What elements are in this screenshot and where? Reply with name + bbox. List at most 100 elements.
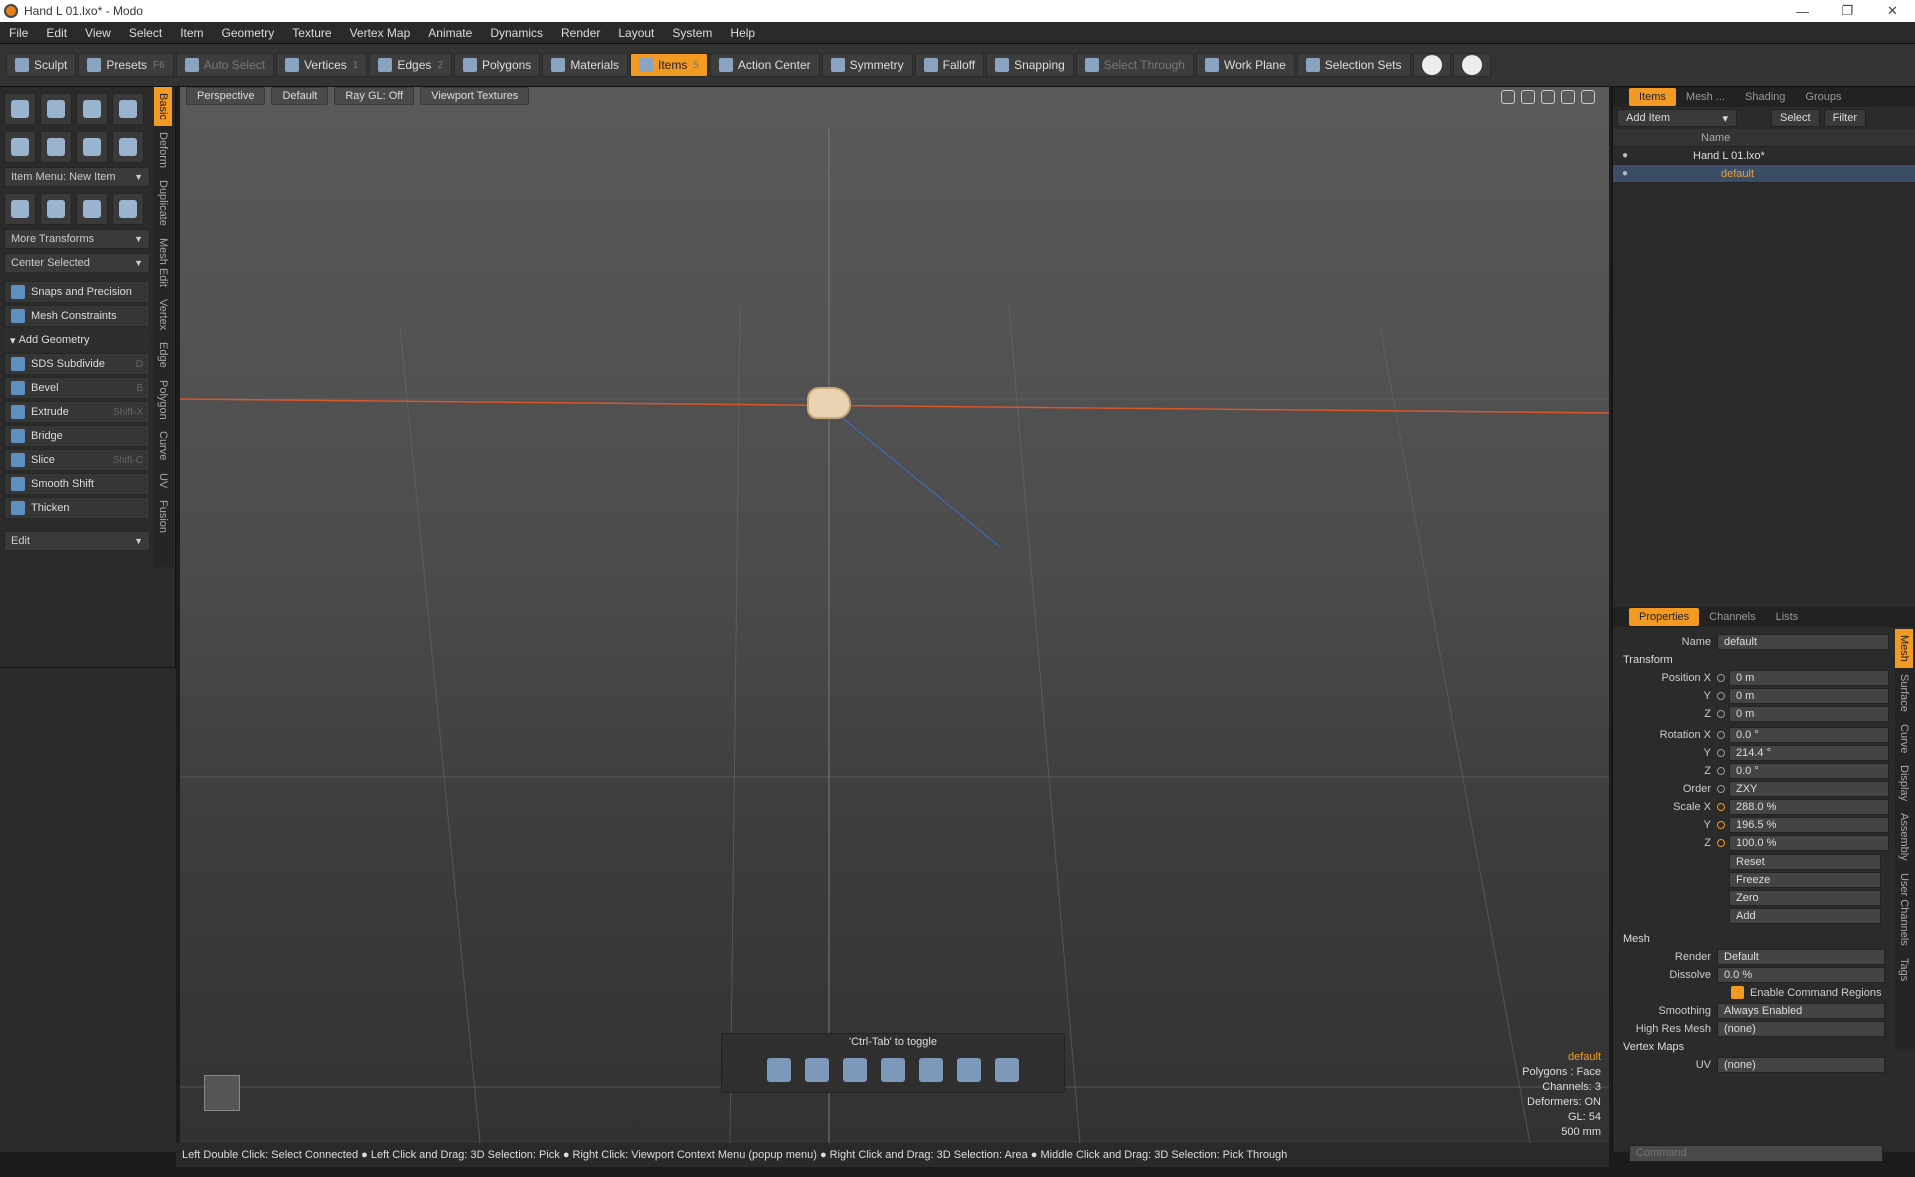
vertices-button[interactable]: Vertices 1 — [276, 53, 368, 77]
position-z-field[interactable]: 0 m — [1729, 705, 1889, 722]
zoom-icon[interactable] — [1541, 90, 1555, 104]
freeze-dropdown[interactable]: Freeze — [1729, 871, 1881, 888]
menu-texture[interactable]: Texture — [283, 26, 340, 40]
symmetry-button[interactable]: Symmetry — [821, 53, 913, 77]
rotation-z-field[interactable]: 0.0 ° — [1729, 762, 1889, 779]
order-dropdown[interactable]: ZXY — [1729, 780, 1889, 797]
scale-tool-button[interactable] — [76, 193, 108, 225]
tab-shading[interactable]: Shading — [1735, 88, 1795, 106]
tab-channels[interactable]: Channels — [1699, 608, 1765, 626]
add-item-button[interactable]: Add Item ▾ — [1617, 109, 1737, 127]
zero-dropdown[interactable]: Zero — [1729, 889, 1881, 906]
edges-button[interactable]: Edges 2 — [369, 53, 452, 77]
more-transforms-dropdown[interactable]: More Transforms ▼ — [4, 229, 150, 249]
eye-icon[interactable]: ● — [1617, 165, 1633, 183]
keyframe-icon[interactable] — [1717, 730, 1725, 739]
move-icon[interactable] — [767, 1058, 791, 1082]
work-plane-button[interactable]: Work Plane — [1195, 53, 1295, 77]
menu-geometry[interactable]: Geometry — [213, 26, 284, 40]
selection-sets-button[interactable]: Selection Sets — [1296, 53, 1411, 77]
keyframe-icon[interactable] — [1717, 766, 1725, 775]
vertex-maps-header[interactable]: Vertex Maps — [1613, 1038, 1915, 1056]
move-tool-button[interactable] — [4, 193, 36, 225]
tab-assembly[interactable]: Assembly — [1895, 807, 1913, 867]
tab-deform[interactable]: Deform — [154, 126, 172, 174]
keyframe-icon[interactable] — [1717, 673, 1725, 682]
add-geometry-header[interactable]: ▾ Add Geometry — [4, 329, 150, 351]
close-button[interactable]: ✕ — [1870, 0, 1915, 22]
unreal-button[interactable] — [1452, 53, 1491, 77]
keyframe-icon[interactable] — [1717, 748, 1725, 757]
rotate-icon[interactable] — [805, 1058, 829, 1082]
snaps-precision-button[interactable]: Snaps and Precision — [4, 281, 150, 303]
transform-tool-button[interactable] — [112, 193, 144, 225]
minimize-button[interactable]: — — [1780, 0, 1825, 22]
tab-fusion[interactable]: Fusion — [154, 494, 172, 539]
tab-basic[interactable]: Basic — [154, 87, 172, 126]
command-input[interactable] — [1629, 1144, 1883, 1162]
view-perspective-tab[interactable]: Perspective — [186, 87, 266, 105]
mesh-row[interactable]: ● default — [1613, 165, 1915, 183]
smooth-shift-button[interactable]: Smooth Shift — [4, 473, 150, 495]
menu-file[interactable]: File — [0, 26, 37, 40]
sphere-tool-button[interactable] — [40, 93, 72, 125]
center-selected-dropdown[interactable]: Center Selected ▼ — [4, 253, 150, 273]
gear-icon[interactable] — [1581, 90, 1595, 104]
menu-view[interactable]: View — [76, 26, 120, 40]
hand-mesh[interactable] — [807, 387, 851, 419]
tab-mesh-props[interactable]: Mesh — [1895, 629, 1913, 668]
falloff-button[interactable]: Falloff — [914, 53, 985, 77]
tab-vertex[interactable]: Vertex — [154, 293, 172, 336]
sculpt-button[interactable]: Sculpt — [6, 53, 77, 77]
unity-button[interactable] — [1412, 53, 1451, 77]
action-center-button[interactable]: Action Center — [709, 53, 820, 77]
scale-z-field[interactable]: 100.0 % — [1729, 834, 1889, 851]
auto-select-button[interactable]: Auto Select — [175, 53, 275, 77]
keyframe-icon[interactable] — [1717, 820, 1725, 829]
cube-icon[interactable] — [957, 1058, 981, 1082]
text-tool-button[interactable] — [112, 131, 144, 163]
hires-dropdown[interactable]: (none) — [1717, 1020, 1885, 1037]
transform-icon[interactable] — [919, 1058, 943, 1082]
materials-button[interactable]: Materials — [542, 53, 628, 77]
polygons-button[interactable]: Polygons — [453, 53, 541, 77]
brush-icon[interactable] — [843, 1058, 867, 1082]
tab-curve[interactable]: Curve — [154, 425, 172, 466]
scale-icon[interactable] — [881, 1058, 905, 1082]
tab-display[interactable]: Display — [1895, 759, 1913, 807]
extrude-button[interactable]: Extrude Shift-X — [4, 401, 150, 423]
orbit-icon[interactable] — [1521, 90, 1535, 104]
select-through-button[interactable]: Select Through — [1075, 53, 1194, 77]
keyframe-icon[interactable] — [1717, 802, 1725, 811]
curve-tool-button[interactable] — [76, 131, 108, 163]
cylinder-tool-button[interactable] — [76, 93, 108, 125]
menu-edit[interactable]: Edit — [37, 26, 76, 40]
select-button[interactable]: Select — [1771, 109, 1820, 127]
raygl-tab[interactable]: Ray GL: Off — [334, 87, 415, 105]
filter-button[interactable]: Filter — [1823, 109, 1867, 127]
tab-properties[interactable]: Properties — [1629, 608, 1700, 626]
tab-polygon[interactable]: Polygon — [154, 374, 172, 426]
rotation-x-field[interactable]: 0.0 ° — [1729, 726, 1889, 743]
item-menu-dropdown[interactable]: Item Menu: New Item ▼ — [4, 167, 150, 187]
render-dropdown[interactable]: Default — [1717, 948, 1885, 965]
tab-edge[interactable]: Edge — [154, 336, 172, 374]
menu-render[interactable]: Render — [552, 26, 609, 40]
tab-duplicate[interactable]: Duplicate — [154, 174, 172, 232]
cone-tool-button[interactable] — [112, 93, 144, 125]
rotate-tool-button[interactable] — [40, 193, 72, 225]
keyframe-icon[interactable] — [1717, 691, 1725, 700]
command-regions-checkbox[interactable] — [1731, 986, 1744, 999]
tab-user-channels[interactable]: User Channels — [1895, 867, 1913, 952]
thicken-button[interactable]: Thicken — [4, 497, 150, 519]
uv-dropdown[interactable]: (none) — [1717, 1056, 1885, 1073]
mesh-constraints-button[interactable]: Mesh Constraints — [4, 305, 150, 327]
tab-groups[interactable]: Groups — [1795, 88, 1851, 106]
rotation-y-field[interactable]: 214.4 ° — [1729, 744, 1889, 761]
bevel-button[interactable]: Bevel B — [4, 377, 150, 399]
eye-icon[interactable]: ● — [1617, 147, 1633, 165]
menu-dynamics[interactable]: Dynamics — [481, 26, 552, 40]
menu-layout[interactable]: Layout — [609, 26, 663, 40]
tab-items[interactable]: Items — [1629, 88, 1676, 106]
torus-tool-button[interactable] — [4, 131, 36, 163]
